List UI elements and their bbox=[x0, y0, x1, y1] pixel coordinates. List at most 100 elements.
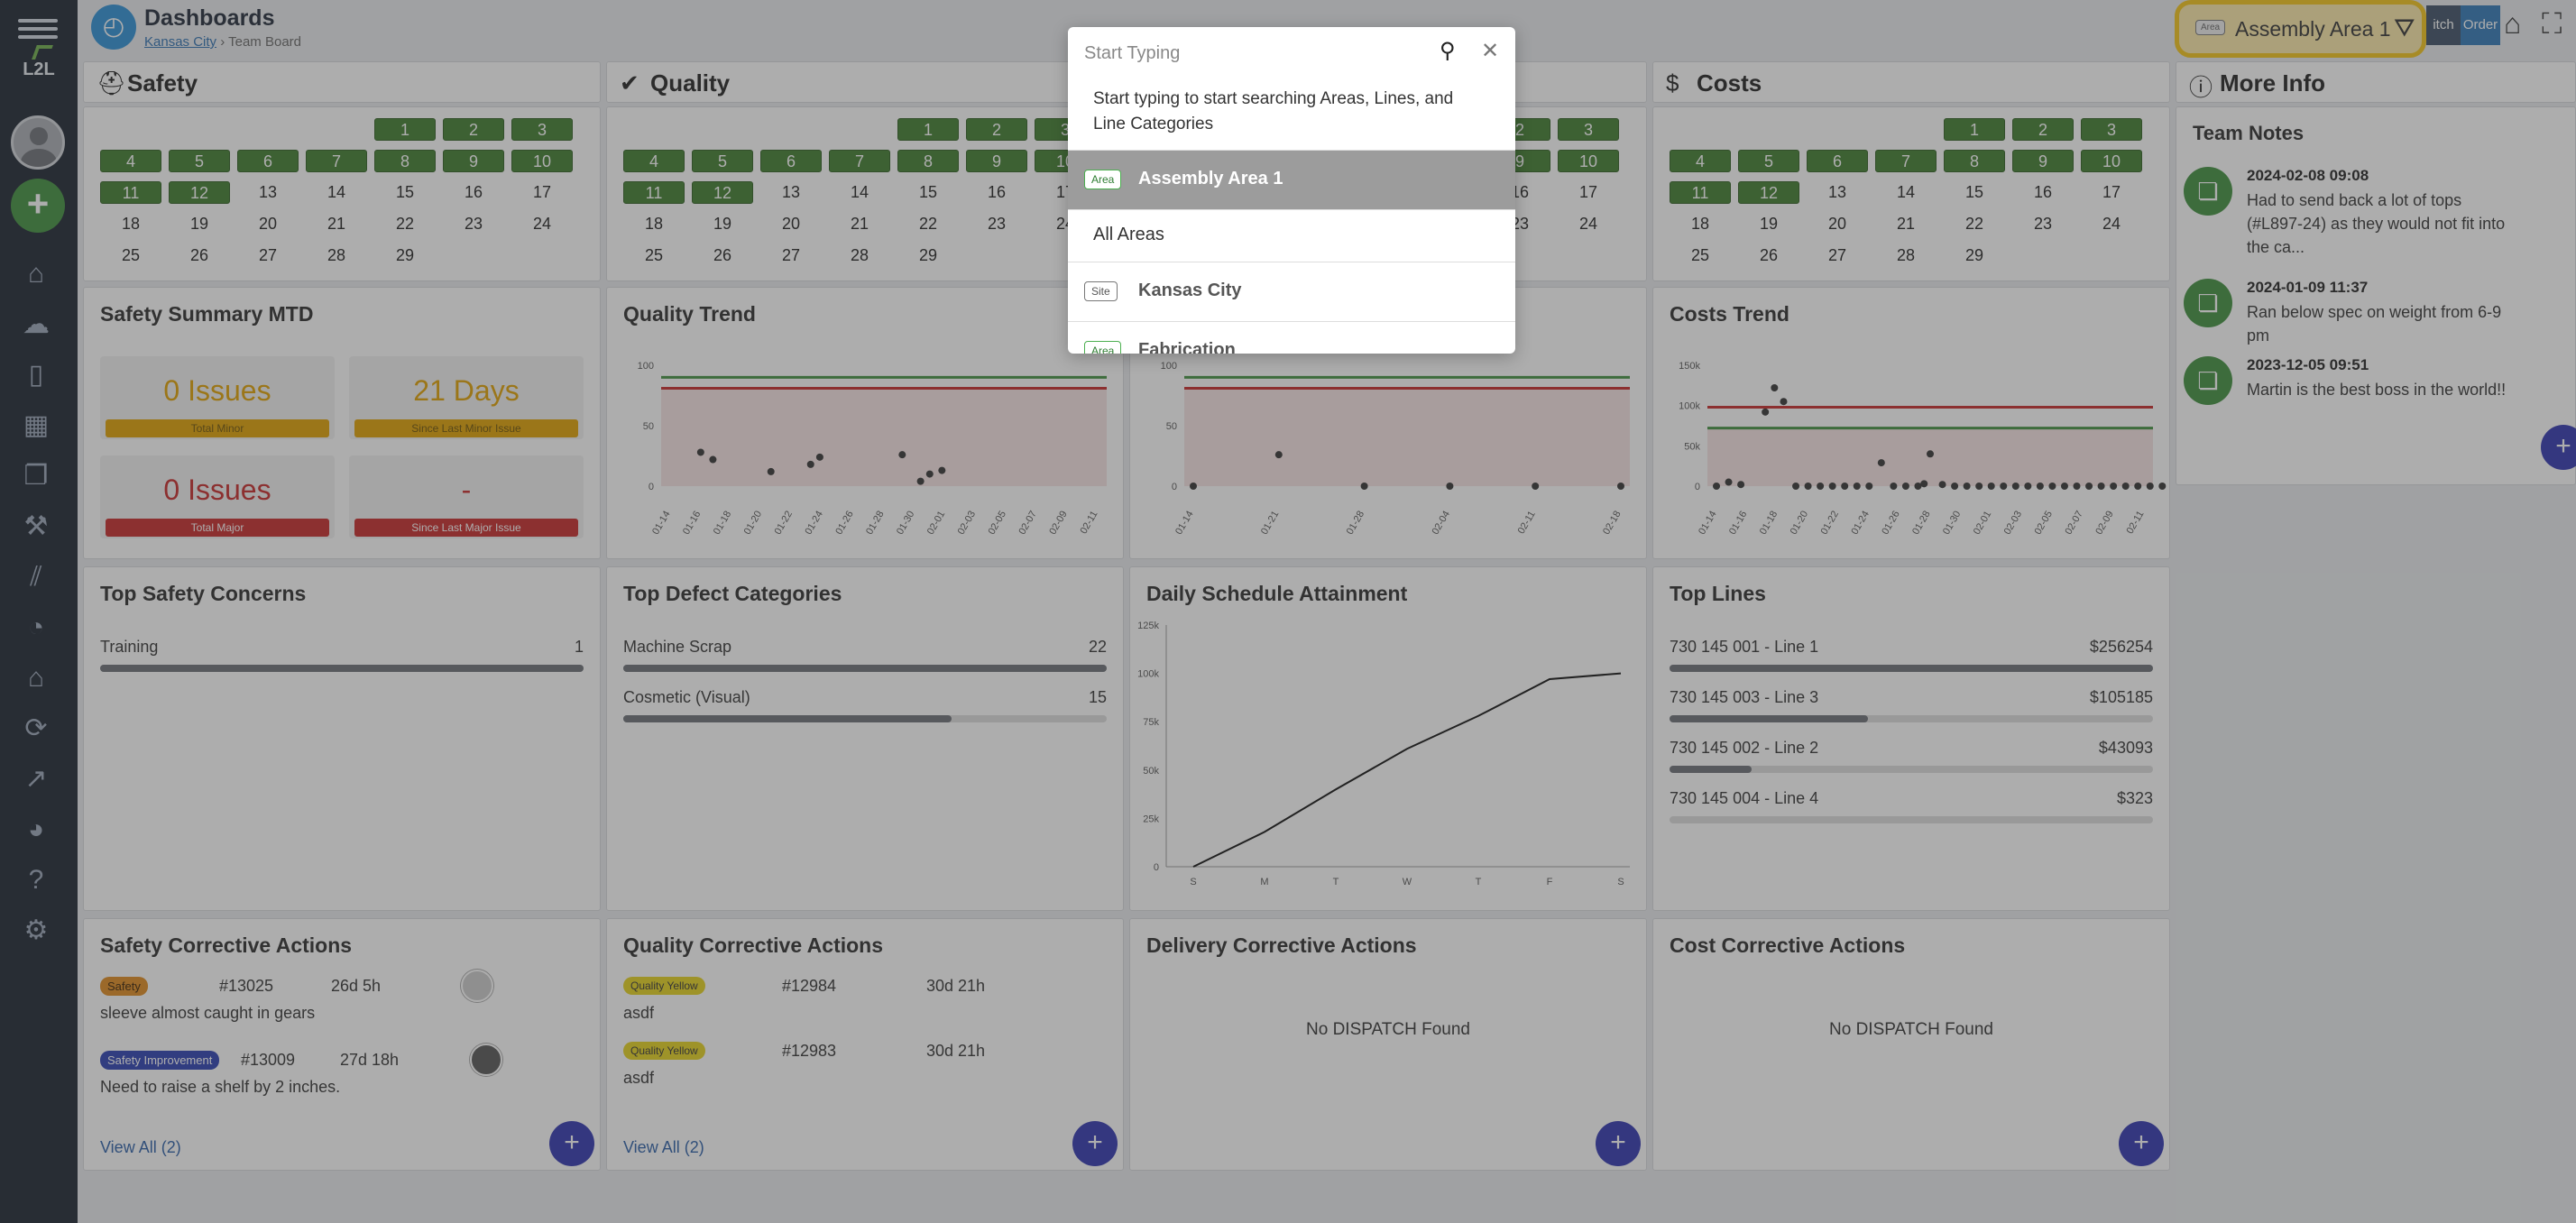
calendar-day[interactable]: 28 bbox=[306, 244, 367, 267]
calendar-day[interactable]: 19 bbox=[169, 213, 230, 235]
calendar-day[interactable]: 14 bbox=[1875, 181, 1937, 204]
calendar-day[interactable]: 8 bbox=[1944, 150, 2005, 172]
calendar-day[interactable]: 5 bbox=[169, 150, 230, 172]
calendar-day[interactable]: 16 bbox=[2012, 181, 2074, 204]
calendar-day[interactable]: 6 bbox=[1807, 150, 1868, 172]
calendar-day[interactable]: 17 bbox=[1558, 181, 1619, 204]
wrench-icon[interactable]: ⚒ bbox=[18, 509, 54, 545]
search-option-kansas-city[interactable]: Site Kansas City bbox=[1068, 262, 1515, 321]
calendar-day[interactable]: 27 bbox=[760, 244, 822, 267]
menu-icon[interactable] bbox=[18, 14, 58, 41]
add-note-button[interactable]: + bbox=[2541, 425, 2576, 470]
calendar-day[interactable]: 27 bbox=[237, 244, 299, 267]
calendar-day[interactable]: 17 bbox=[2081, 181, 2142, 204]
calendar-day[interactable]: 4 bbox=[1670, 150, 1731, 172]
settings-icon[interactable]: ⚙ bbox=[18, 913, 54, 949]
calendar-day[interactable]: 9 bbox=[443, 150, 504, 172]
calendar-day[interactable]: 14 bbox=[829, 181, 890, 204]
calendar-day[interactable]: 18 bbox=[100, 213, 161, 235]
sync-icon[interactable]: ⟳ bbox=[18, 711, 54, 747]
calendar-day[interactable]: 21 bbox=[1875, 213, 1937, 235]
calendar-day[interactable]: 22 bbox=[1944, 213, 2005, 235]
filter-icon[interactable]: ⛛ bbox=[2394, 14, 2415, 43]
calendar-day[interactable]: 26 bbox=[169, 244, 230, 267]
calendar-day[interactable]: 10 bbox=[511, 150, 573, 172]
search-input[interactable] bbox=[1084, 38, 1436, 69]
calendar-day[interactable]: 25 bbox=[100, 244, 161, 267]
calendar-day[interactable]: 27 bbox=[1807, 244, 1868, 267]
calendar-day[interactable]: 18 bbox=[623, 213, 685, 235]
calendar-day[interactable]: 15 bbox=[374, 181, 436, 204]
user-avatar[interactable] bbox=[11, 115, 65, 170]
calendar-day[interactable]: 7 bbox=[829, 150, 890, 172]
calendar-day[interactable]: 5 bbox=[1738, 150, 1799, 172]
calendar-day[interactable]: 3 bbox=[2081, 118, 2142, 141]
view-all-link[interactable]: View All (2) bbox=[623, 1138, 704, 1157]
home-icon[interactable]: ⌂ bbox=[18, 256, 54, 292]
calendar-day[interactable]: 23 bbox=[966, 213, 1027, 235]
trend-icon[interactable]: ↗ bbox=[18, 761, 54, 797]
dashboard-icon[interactable]: ◔ bbox=[18, 610, 54, 646]
breadcrumb-site-link[interactable]: Kansas City bbox=[144, 34, 216, 50]
add-cost-ca-button[interactable]: + bbox=[2119, 1121, 2164, 1166]
calendar-day[interactable]: 20 bbox=[760, 213, 822, 235]
calendar-day[interactable]: 9 bbox=[966, 150, 1027, 172]
clipboard-icon[interactable]: ❐ bbox=[18, 458, 54, 494]
calendar-day[interactable]: 4 bbox=[100, 150, 161, 172]
add-delivery-ca-button[interactable]: + bbox=[1596, 1121, 1641, 1166]
calendar-day[interactable]: 23 bbox=[2012, 213, 2074, 235]
calendar-day[interactable]: 13 bbox=[1807, 181, 1868, 204]
calendar-day[interactable]: 1 bbox=[897, 118, 959, 141]
calendar-day[interactable]: 15 bbox=[1944, 181, 2005, 204]
calendar-day[interactable]: 17 bbox=[511, 181, 573, 204]
view-all-link[interactable]: View All (2) bbox=[100, 1138, 181, 1157]
calendar-day[interactable]: 4 bbox=[623, 150, 685, 172]
calendar-day[interactable]: 28 bbox=[829, 244, 890, 267]
calendar-day[interactable]: 29 bbox=[1944, 244, 2005, 267]
help-icon[interactable]: ? bbox=[18, 862, 54, 898]
calendar-day[interactable]: 19 bbox=[1738, 213, 1799, 235]
calendar-day[interactable]: 25 bbox=[1670, 244, 1731, 267]
calendar-day[interactable]: 11 bbox=[623, 181, 685, 204]
calendar-day[interactable]: 7 bbox=[306, 150, 367, 172]
calendar-day[interactable]: 23 bbox=[443, 213, 504, 235]
palette-icon[interactable]: ◕ bbox=[18, 812, 54, 848]
calendar-day[interactable]: 8 bbox=[374, 150, 436, 172]
calendar-day[interactable]: 12 bbox=[169, 181, 230, 204]
calendar-day[interactable]: 21 bbox=[829, 213, 890, 235]
calendar-day[interactable]: 2 bbox=[2012, 118, 2074, 141]
calendar-day[interactable]: 14 bbox=[306, 181, 367, 204]
calendar-day[interactable]: 9 bbox=[2012, 150, 2074, 172]
calendar-day[interactable]: 6 bbox=[760, 150, 822, 172]
calendar-day[interactable]: 29 bbox=[897, 244, 959, 267]
calendar-day[interactable]: 8 bbox=[897, 150, 959, 172]
calendar-icon[interactable]: ▦ bbox=[18, 408, 54, 444]
calendar-day[interactable]: 25 bbox=[623, 244, 685, 267]
calendar-day[interactable]: 11 bbox=[1670, 181, 1731, 204]
calendar-day[interactable]: 13 bbox=[760, 181, 822, 204]
calendar-day[interactable]: 26 bbox=[692, 244, 753, 267]
fullscreen-icon[interactable]: ⛶ bbox=[2542, 7, 2562, 41]
close-icon[interactable]: ✕ bbox=[1481, 38, 1499, 64]
calendar-day[interactable]: 18 bbox=[1670, 213, 1731, 235]
search-icon[interactable]: ⚲ bbox=[1440, 38, 1456, 64]
calendar-day[interactable]: 10 bbox=[2081, 150, 2142, 172]
calendar-day[interactable]: 24 bbox=[1558, 213, 1619, 235]
search-option-all-areas[interactable]: All Areas bbox=[1068, 209, 1515, 262]
calendar-day[interactable]: 6 bbox=[237, 150, 299, 172]
calendar-day[interactable]: 19 bbox=[692, 213, 753, 235]
graduation-icon[interactable]: ⌂ bbox=[18, 660, 54, 696]
calendar-day[interactable]: 3 bbox=[1558, 118, 1619, 141]
calendar-day[interactable]: 24 bbox=[2081, 213, 2142, 235]
calendar-day[interactable]: 21 bbox=[306, 213, 367, 235]
calendar-day[interactable]: 16 bbox=[443, 181, 504, 204]
search-option-fabrication[interactable]: Area Fabrication bbox=[1068, 321, 1515, 354]
calendar-day[interactable]: 1 bbox=[374, 118, 436, 141]
calendar-day[interactable]: 2 bbox=[443, 118, 504, 141]
chart-icon[interactable]: ⫽ bbox=[18, 559, 54, 595]
calendar-day[interactable]: 20 bbox=[1807, 213, 1868, 235]
add-quality-ca-button[interactable]: + bbox=[1072, 1121, 1118, 1166]
calendar-day[interactable]: 10 bbox=[1558, 150, 1619, 172]
pitch-button[interactable]: itch bbox=[2426, 5, 2461, 45]
calendar-day[interactable]: 22 bbox=[374, 213, 436, 235]
